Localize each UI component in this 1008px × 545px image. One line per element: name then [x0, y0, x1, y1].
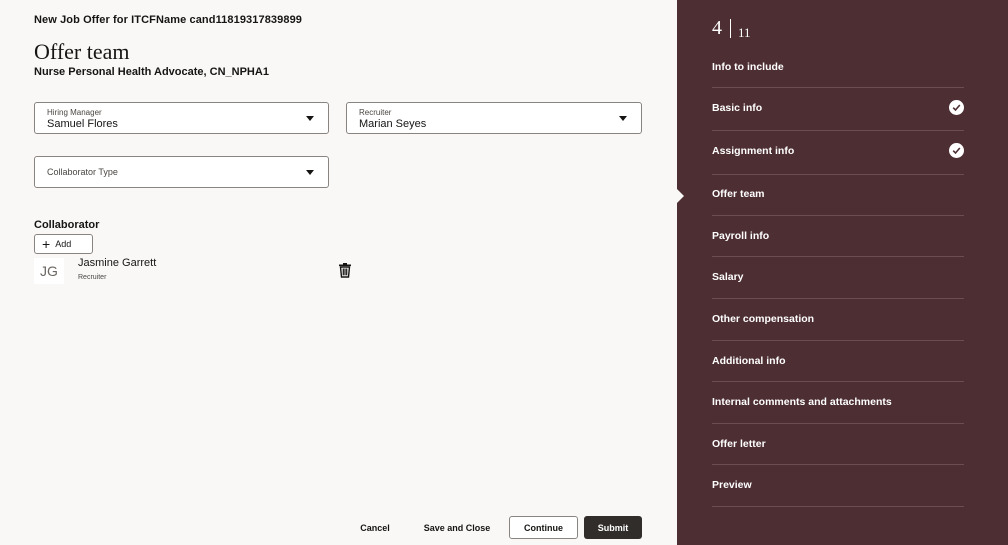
collaborator-type-placeholder: Collaborator Type	[47, 167, 118, 177]
step-label: Preview	[712, 479, 752, 491]
plus-icon: +	[42, 236, 51, 252]
step-label: Offer team	[712, 188, 765, 200]
step-label: Info to include	[712, 61, 784, 73]
step-label: Offer letter	[712, 438, 766, 450]
step-info-to-include[interactable]: Info to include	[712, 61, 964, 73]
divider	[712, 423, 964, 424]
step-additional-info[interactable]: Additional info	[712, 355, 964, 367]
avatar: JG	[34, 258, 64, 284]
divider	[712, 215, 964, 216]
main-panel: New Job Offer for ITCFName cand118193178…	[0, 0, 677, 545]
collaborator-role: Recruiter	[78, 274, 107, 281]
step-label: Other compensation	[712, 313, 815, 325]
step-assignment-info[interactable]: Assignment info	[712, 143, 964, 158]
divider	[712, 464, 964, 465]
divider	[712, 87, 964, 88]
collaborator-heading: Collaborator	[34, 219, 100, 231]
step-label: Assignment info	[712, 145, 795, 157]
recruiter-label: Recruiter	[359, 108, 392, 117]
current-step-pointer	[677, 189, 684, 203]
divider	[712, 298, 964, 299]
step-basic-info[interactable]: Basic info	[712, 100, 964, 115]
checkmark-icon	[949, 143, 964, 158]
collaborator-row: JG Jasmine Garrett Recruiter	[34, 256, 364, 286]
collaborator-type-select[interactable]: Collaborator Type	[34, 156, 329, 188]
divider	[712, 381, 964, 382]
divider	[712, 506, 964, 507]
job-subtitle: Nurse Personal Health Advocate, CN_NPHA1	[34, 66, 269, 78]
step-internal-comments[interactable]: Internal comments and attachments	[712, 396, 964, 408]
chevron-down-icon[interactable]	[306, 170, 314, 175]
step-preview[interactable]: Preview	[712, 479, 964, 491]
step-salary[interactable]: Salary	[712, 271, 964, 283]
recruiter-value: Marian Seyes	[359, 118, 427, 130]
checkmark-icon	[949, 100, 964, 115]
chevron-down-icon[interactable]	[619, 116, 627, 121]
step-label: Basic info	[712, 102, 763, 114]
chevron-down-icon[interactable]	[306, 116, 314, 121]
step-label: Payroll info	[712, 230, 770, 242]
step-other-compensation[interactable]: Other compensation	[712, 313, 964, 325]
divider	[712, 340, 964, 341]
step-payroll-info[interactable]: Payroll info	[712, 230, 964, 242]
step-divider	[730, 19, 731, 38]
hiring-manager-value: Samuel Flores	[47, 118, 118, 130]
divider	[712, 174, 964, 175]
trash-icon[interactable]	[337, 262, 353, 278]
hiring-manager-label: Hiring Manager	[47, 108, 102, 117]
add-button-label: Add	[55, 239, 72, 249]
section-title: Offer team	[34, 39, 130, 64]
total-steps: 11	[738, 25, 751, 40]
cancel-button[interactable]: Cancel	[350, 516, 400, 539]
save-and-close-button[interactable]: Save and Close	[414, 516, 500, 539]
current-step-number: 4	[712, 17, 722, 39]
step-label: Salary	[712, 271, 744, 283]
collaborator-name: Jasmine Garrett	[78, 257, 157, 269]
progress-sidebar: 4 11 Info to include Basic info Assignme…	[677, 0, 1008, 545]
step-label: Additional info	[712, 355, 786, 367]
submit-button[interactable]: Submit	[584, 516, 642, 539]
divider	[712, 256, 964, 257]
hiring-manager-select[interactable]: Hiring Manager Samuel Flores	[34, 102, 329, 134]
step-label: Internal comments and attachments	[712, 396, 892, 408]
page-title: New Job Offer for ITCFName cand118193178…	[34, 14, 303, 26]
step-offer-team[interactable]: Offer team	[712, 188, 964, 200]
divider	[712, 130, 964, 131]
recruiter-select[interactable]: Recruiter Marian Seyes	[346, 102, 642, 134]
step-offer-letter[interactable]: Offer letter	[712, 438, 964, 450]
add-collaborator-button[interactable]: + Add	[34, 234, 93, 254]
continue-button[interactable]: Continue	[509, 516, 578, 539]
